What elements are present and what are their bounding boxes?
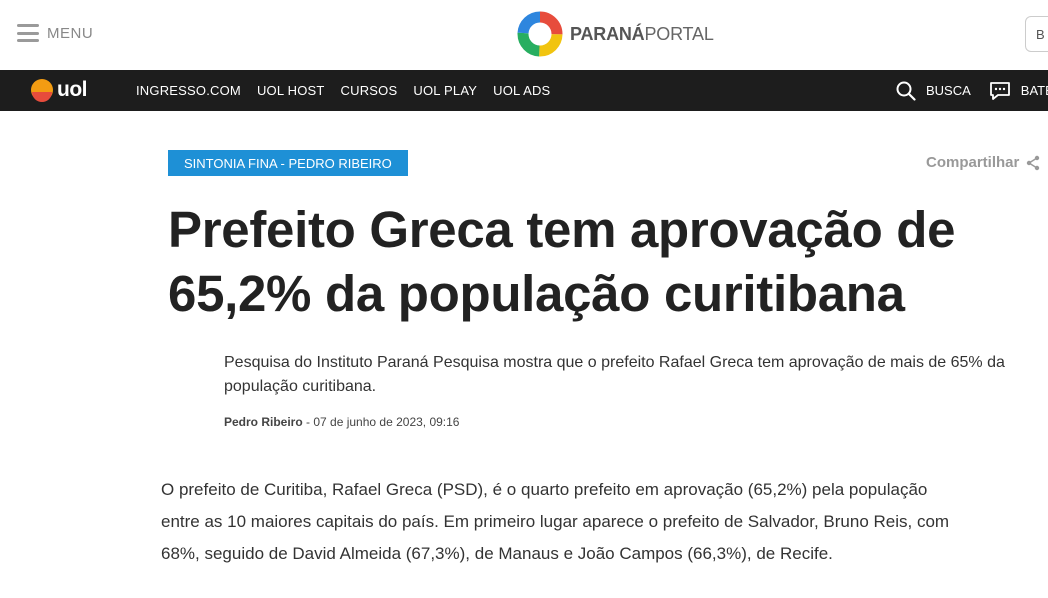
uol-actions: BUSCA BATE xyxy=(896,70,1048,111)
uol-logo[interactable]: uol xyxy=(30,78,88,102)
uol-navigation-bar: uol INGRESSO.COM UOL HOST CURSOS UOL PLA… xyxy=(0,70,1048,111)
section-badge[interactable]: SINTONIA FINA - PEDRO RIBEIRO xyxy=(168,150,408,176)
logo-text-portal: PORTAL xyxy=(644,23,714,44)
menu-label: MENU xyxy=(47,24,94,42)
nav-cursos[interactable]: CURSOS xyxy=(341,83,398,98)
article-byline: Pedro Ribeiro - 07 de junho de 2023, 09:… xyxy=(224,415,459,429)
article-subtitle: Pesquisa do Instituto Paraná Pesquisa mo… xyxy=(224,354,1005,395)
logo-text-parana: PARANÁ xyxy=(570,23,645,44)
hamburger-icon xyxy=(17,24,39,42)
article-title: Prefeito Greca tem aprovação de 65,2% da… xyxy=(168,201,956,322)
chat-icon[interactable] xyxy=(989,81,1011,101)
nav-uol-ads[interactable]: UOL ADS xyxy=(493,83,550,98)
parana-portal-logo[interactable]: PARANÁPORTAL xyxy=(515,9,714,59)
share-label: Compartilhar xyxy=(926,154,1020,171)
search-icon[interactable] xyxy=(896,81,916,101)
nav-uol-host[interactable]: UOL HOST xyxy=(257,83,325,98)
top-search-field[interactable]: B xyxy=(1025,16,1048,52)
share-button[interactable]: Compartilhar xyxy=(926,154,1041,171)
nav-uol-play[interactable]: UOL PLAY xyxy=(413,83,477,98)
publish-date: - 07 de junho de 2023, 09:16 xyxy=(302,415,460,429)
author-name[interactable]: Pedro Ribeiro xyxy=(224,415,303,429)
search-label[interactable]: BUSCA xyxy=(926,83,971,98)
site-header: MENU PARANÁPORTAL B xyxy=(0,0,1048,70)
share-icon xyxy=(1027,155,1040,170)
chat-label[interactable]: BATE xyxy=(1021,83,1048,98)
parana-portal-logo-icon xyxy=(517,11,563,57)
article-body-paragraph: O prefeito de Curitiba, Rafael Greca (PS… xyxy=(161,480,950,563)
uol-logo-text: uol xyxy=(57,78,88,101)
nav-ingresso[interactable]: INGRESSO.COM xyxy=(136,83,241,98)
uol-sun-icon xyxy=(31,79,53,102)
uol-nav-links: INGRESSO.COM UOL HOST CURSOS UOL PLAY UO… xyxy=(136,70,566,111)
menu-button[interactable]: MENU xyxy=(17,24,93,42)
